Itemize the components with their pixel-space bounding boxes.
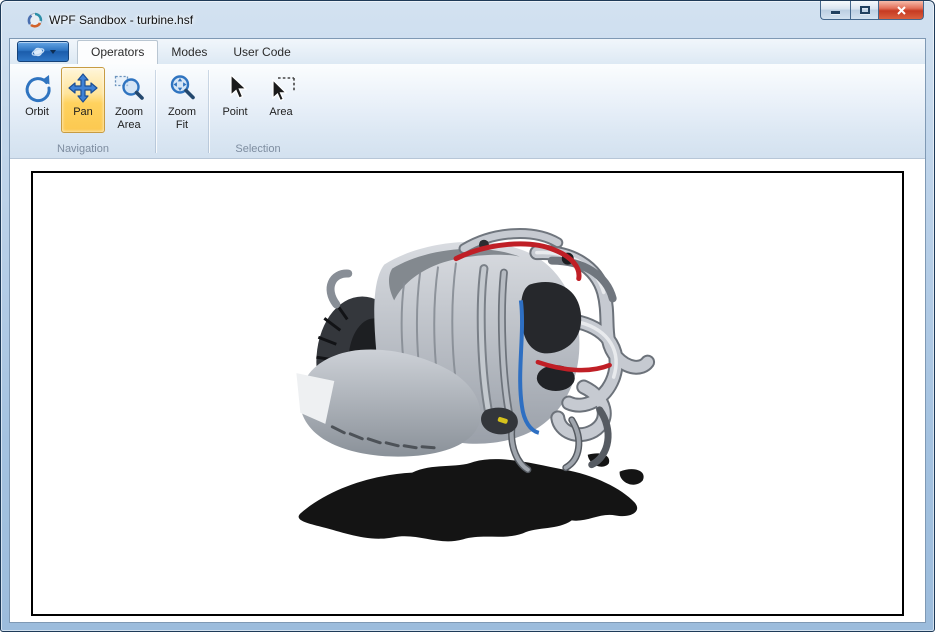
group-zoom-fit: Zoom Fit: [157, 65, 207, 158]
tab-user-code[interactable]: User Code: [220, 41, 303, 64]
viewport-3d[interactable]: [31, 171, 904, 616]
app-menu-sphere-icon: [31, 45, 45, 59]
group-separator: [155, 70, 156, 153]
tab-operators[interactable]: Operators: [77, 40, 158, 64]
group-selection: Point Area Selection: [210, 65, 306, 158]
chevron-down-icon: [50, 50, 56, 54]
ribbon-tabstrip: Operators Modes User Code: [10, 39, 925, 64]
tab-modes[interactable]: Modes: [158, 41, 220, 64]
app-window: WPF Sandbox - turbine.hsf Operators Mode…: [0, 0, 935, 632]
zoom-fit-icon: [166, 72, 198, 104]
titlebar[interactable]: WPF Sandbox - turbine.hsf: [1, 1, 934, 38]
group-separator: [208, 70, 209, 153]
app-logo-icon: [27, 12, 43, 28]
zoom-area-icon: [113, 72, 145, 104]
maximize-button[interactable]: [850, 1, 878, 20]
group-label-blank: [160, 143, 204, 158]
pan-icon: [67, 72, 99, 104]
minimize-button[interactable]: [820, 1, 850, 20]
maximize-icon: [860, 6, 870, 14]
minimize-icon: [831, 11, 840, 14]
point-cursor-icon: [219, 72, 251, 104]
close-button[interactable]: [878, 1, 924, 20]
ribbon-body: Orbit Pan Zoom Area: [10, 64, 925, 159]
group-navigation: Orbit Pan Zoom Area: [12, 65, 154, 158]
close-icon: [897, 6, 906, 15]
client-area: Operators Modes User Code Orbit: [9, 38, 926, 623]
ribbon-button-pan[interactable]: Pan: [61, 67, 105, 133]
ribbon-button-orbit[interactable]: Orbit: [15, 67, 59, 133]
ribbon-button-point[interactable]: Point: [213, 67, 257, 133]
ribbon-button-zoom-fit[interactable]: Zoom Fit: [160, 67, 204, 133]
window-title: WPF Sandbox - turbine.hsf: [49, 13, 193, 27]
ribbon-button-zoom-area[interactable]: Zoom Area: [107, 67, 151, 133]
turbine-engine-model: [33, 173, 902, 614]
application-menu-button[interactable]: [17, 41, 69, 62]
group-label-navigation: Navigation: [15, 143, 151, 158]
orbit-icon: [21, 72, 53, 104]
group-label-selection: Selection: [213, 143, 303, 158]
ribbon-button-area[interactable]: Area: [259, 67, 303, 133]
area-select-icon: [265, 72, 297, 104]
caption-buttons: [820, 1, 924, 20]
